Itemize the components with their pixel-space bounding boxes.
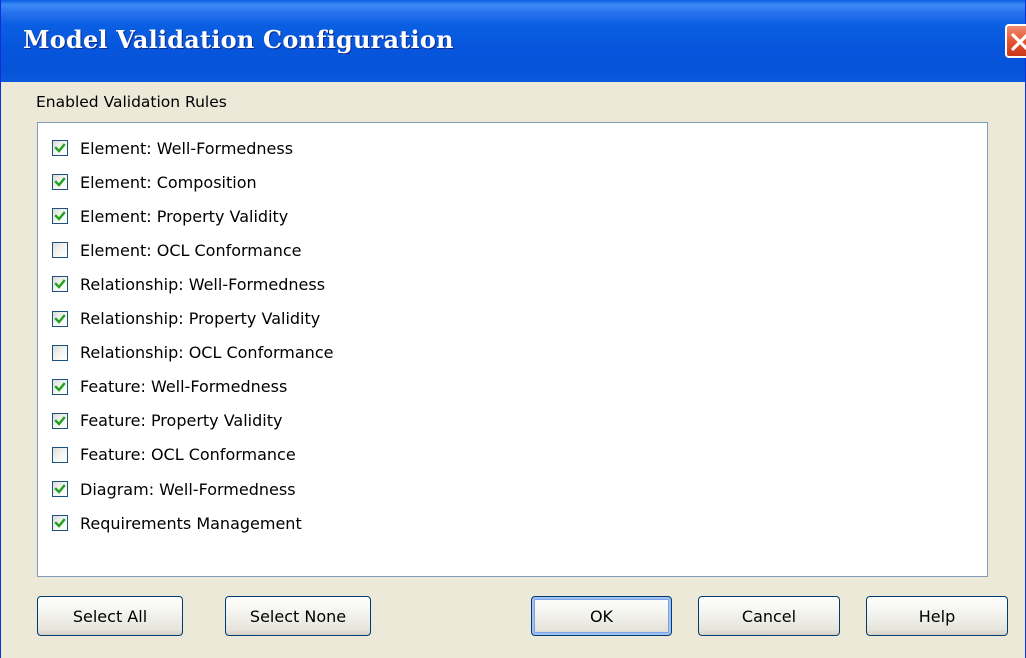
checkmark-icon [54,416,66,426]
rule-checkbox[interactable] [52,242,68,259]
rule-label: Element: OCL Conformance [80,240,302,260]
rule-label: Feature: Well-Formedness [80,377,288,397]
rule-label: Feature: Property Validity [80,411,283,431]
checkmark-icon [54,143,66,153]
rule-checkbox[interactable] [52,481,68,497]
rule-item[interactable]: Feature: Well-Formedness [52,374,287,400]
rule-item[interactable]: Feature: Property Validity [52,408,282,434]
cancel-button[interactable]: Cancel [698,596,840,636]
validation-rules-list[interactable]: Element: Well-Formedness Element: Composi… [37,122,988,577]
rule-checkbox[interactable] [52,378,68,395]
rule-checkbox[interactable] [52,446,68,463]
rule-item[interactable]: Element: Well-Formedness [52,135,293,161]
ok-button[interactable]: OK [531,596,672,636]
rule-label: Relationship: OCL Conformance [80,343,334,363]
rule-item[interactable]: Diagram: Well-Formedness [52,476,296,502]
close-button[interactable] [1005,24,1026,58]
checkmark-icon [54,211,66,221]
rule-label: Diagram: Well-Formedness [80,479,296,499]
rule-checkbox[interactable] [52,344,68,361]
rule-checkbox[interactable] [52,174,68,191]
rule-label: Requirements Management [80,513,302,533]
rule-item[interactable]: Element: Composition [52,169,257,195]
rule-label: Element: Composition [80,172,257,192]
rule-checkbox[interactable] [52,276,68,293]
rule-label: Relationship: Property Validity [80,309,321,328]
help-button[interactable]: Help [866,596,1008,636]
rule-item[interactable]: Element: OCL Conformance [52,237,301,263]
rule-item[interactable]: Requirements Management [52,510,302,536]
rule-checkbox[interactable] [52,412,68,429]
rule-item[interactable]: Feature: OCL Conformance [52,442,296,468]
title-bar[interactable]: Model Validation Configuration [1,0,1025,82]
rule-checkbox[interactable] [52,208,68,225]
checkmark-icon [54,484,66,494]
rule-label: Element: Property Validity [80,206,289,226]
rule-checkbox[interactable] [52,140,68,156]
rule-label: Relationship: Well-Formedness [80,274,326,294]
rule-item[interactable]: Relationship: Property Validity [52,306,320,332]
checkmark-icon [54,518,66,528]
rule-checkbox[interactable] [52,515,68,532]
checkmark-icon [54,279,66,290]
rule-label: Feature: OCL Conformance [80,445,296,465]
checkmark-icon [54,313,66,324]
select-all-button[interactable]: Select All [37,596,183,636]
checkmark-icon [54,177,66,187]
rule-checkbox[interactable] [52,310,68,327]
rule-item[interactable]: Relationship: Well-Formedness [52,271,325,297]
checkmark-icon [54,381,66,392]
window-title: Model Validation Configuration [23,25,454,54]
rule-label: Element: Well-Formedness [80,138,294,158]
rule-item[interactable]: Element: Property Validity [52,203,288,229]
enabled-rules-label: Enabled Validation Rules [36,93,227,111]
rule-item[interactable]: Relationship: OCL Conformance [52,340,333,366]
select-none-button[interactable]: Select None [225,596,371,636]
dialog-window: Model Validation Configuration Enabled V… [0,0,1026,658]
